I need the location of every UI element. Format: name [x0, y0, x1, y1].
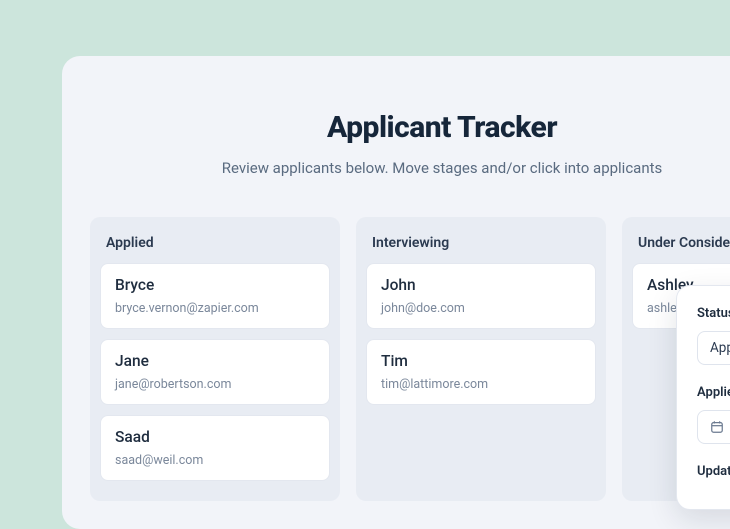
- applicant-name: Saad: [115, 428, 315, 446]
- applicant-card[interactable]: Jane jane@robertson.com: [100, 339, 330, 405]
- column-title: Applied: [100, 227, 330, 263]
- applicant-name: Jane: [115, 352, 315, 370]
- calendar-icon: [710, 420, 724, 434]
- status-label: Status: [697, 306, 730, 321]
- applicant-email: bryce.vernon@zapier.com: [115, 301, 315, 316]
- applicant-email: tim@lattimore.com: [381, 377, 581, 392]
- applicant-name: John: [381, 276, 581, 294]
- applicant-card[interactable]: Saad saad@weil.com: [100, 415, 330, 481]
- column-interviewing[interactable]: Interviewing John john@doe.com Tim tim@l…: [356, 217, 606, 501]
- page-subtitle: Review applicants below. Move stages and…: [90, 159, 730, 177]
- applicant-email: saad@weil.com: [115, 453, 315, 468]
- applicant-email: john@doe.com: [381, 301, 581, 316]
- applicant-detail-panel: Status Appl Applied O Updated: [676, 285, 730, 510]
- column-title: Under Consideration: [632, 227, 730, 263]
- applicant-card[interactable]: Tim tim@lattimore.com: [366, 339, 596, 405]
- page-title: Applicant Tracker: [90, 110, 730, 145]
- applied-date-label: Applied: [697, 385, 730, 400]
- applicant-name: Tim: [381, 352, 581, 370]
- applicant-email: jane@robertson.com: [115, 377, 315, 392]
- kanban-board: Applied Bryce bryce.vernon@zapier.com Ja…: [90, 217, 730, 501]
- applied-date-input[interactable]: O: [697, 410, 730, 444]
- applicant-card[interactable]: John john@doe.com: [366, 263, 596, 329]
- column-title: Interviewing: [366, 227, 596, 263]
- updated-date-label: Updated: [697, 464, 730, 479]
- status-value: Appl: [710, 340, 730, 356]
- applicant-card[interactable]: Bryce bryce.vernon@zapier.com: [100, 263, 330, 329]
- applicant-name: Bryce: [115, 276, 315, 294]
- column-applied[interactable]: Applied Bryce bryce.vernon@zapier.com Ja…: [90, 217, 340, 501]
- status-select[interactable]: Appl: [697, 331, 730, 365]
- app-window: Applicant Tracker Review applicants belo…: [62, 56, 730, 529]
